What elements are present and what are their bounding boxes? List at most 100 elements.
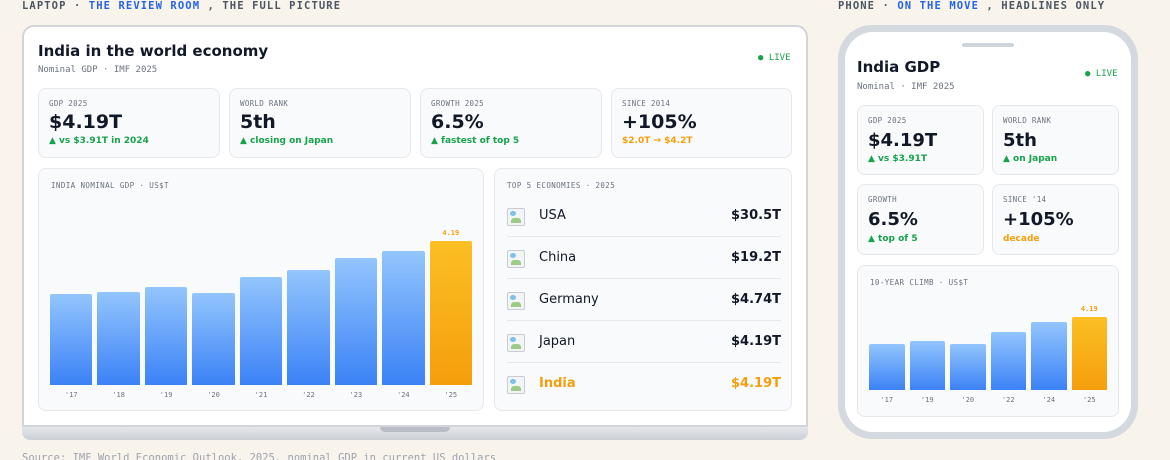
laptop-caption-highlight: THE REVIEW ROOM — [88, 0, 201, 12]
laptop-kpi-gdp: GDP 2025 $4.19T ▲ vs $3.91T in 2024 — [38, 88, 220, 158]
flag-icon — [507, 334, 525, 352]
laptop-subtitle: Nominal GDP · IMF 2025 — [38, 65, 158, 75]
kpi-label: WORLD RANK — [1003, 116, 1052, 125]
chart-bar — [869, 343, 905, 390]
kpi-label: SINCE '14 — [1003, 195, 1047, 204]
chart-label: 10-YEAR CLIMB · US$T — [870, 278, 969, 287]
economy-name: China — [539, 250, 577, 265]
phone-speaker — [962, 43, 1014, 47]
phone-caption-prefix: PHONE · — [838, 0, 898, 12]
kpi-value: 6.5% — [868, 209, 918, 230]
list-item[interactable]: Germany $4.74T — [507, 279, 781, 321]
phone-caption: PHONE · ON THE MOVE , HEADLINES ONLY — [838, 0, 1105, 12]
list-item[interactable]: Japan $4.19T — [507, 321, 781, 363]
laptop-live-badge: ● LIVE — [758, 53, 791, 63]
economy-name: Germany — [539, 292, 599, 307]
kpi-label: GROWTH — [868, 195, 897, 204]
phone-caption-highlight: ON THE MOVE — [897, 0, 980, 12]
kpi-note: ▲ vs $3.91T — [868, 154, 928, 164]
x-tick-label: '19 — [920, 396, 934, 404]
chart-bar — [429, 241, 472, 385]
economy-value: $4.74T — [731, 292, 781, 307]
kpi-note: ▲ top of 5 — [868, 234, 918, 244]
phone-caption-suffix: , HEADLINES ONLY — [979, 0, 1106, 12]
chart-bar — [144, 287, 188, 385]
kpi-value: $4.19T — [868, 130, 938, 151]
kpi-label: SINCE 2014 — [622, 99, 671, 108]
economy-value: $4.19T — [731, 376, 781, 391]
x-tick-label: '18 — [112, 391, 125, 399]
x-tick-label: '19 — [159, 391, 173, 399]
list-item-india[interactable]: India $4.19T — [507, 363, 781, 405]
x-tick-label: '25 — [444, 391, 458, 399]
flag-icon — [507, 292, 525, 310]
x-tick-label: '17 — [880, 396, 894, 404]
kpi-note: decade — [1003, 234, 1040, 244]
chart-bar — [334, 257, 378, 385]
x-tick-label: '17 — [64, 391, 78, 399]
laptop-caption-prefix: LAPTOP · — [22, 0, 89, 12]
laptop-notch — [380, 427, 450, 432]
laptop-kpi-since: SINCE 2014 +105% $2.0T → $4.2T — [611, 88, 792, 158]
chart-bar — [1071, 317, 1107, 390]
x-tick-label: '25 — [1082, 396, 1096, 404]
phone-kpi-gdp: GDP 2025 $4.19T ▲ vs $3.91T — [857, 105, 984, 175]
chart-bar — [239, 276, 283, 385]
economy-value: $4.19T — [731, 334, 781, 349]
phone-live-badge: ● LIVE — [1085, 69, 1118, 79]
top-economies-panel: TOP 5 ECONOMIES · 2025 USA $30.5T China … — [494, 168, 792, 411]
kpi-value: $4.19T — [49, 111, 123, 133]
chart-bar — [950, 343, 986, 390]
economy-name: USA — [539, 208, 566, 223]
kpi-label: GDP 2025 — [868, 116, 907, 125]
flag-icon — [507, 376, 525, 394]
chart-bar — [382, 250, 425, 385]
laptop-kpi-rank: WORLD RANK 5th ▲ closing on Japan — [229, 88, 411, 158]
chart-bar — [50, 293, 93, 385]
laptop-caption-suffix: , THE FULL PICTURE — [200, 0, 342, 12]
laptop-gdp-chart: INDIA NOMINAL GDP · US$T '17 '18 '19 '20 '21… — [38, 168, 484, 411]
kpi-value: 5th — [240, 111, 276, 133]
kpi-value: 6.5% — [431, 111, 484, 133]
laptop-title: India in the world economy — [38, 42, 269, 60]
x-tick-label: '20 — [961, 396, 975, 404]
phone-subtitle: Nominal · IMF 2025 — [857, 82, 955, 92]
kpi-note: ▲ fastest of top 5 — [431, 136, 520, 146]
chart-bar — [990, 331, 1026, 390]
bar-data-label: 4.19 — [442, 229, 460, 238]
list-item[interactable]: China $19.2T — [507, 237, 781, 279]
kpi-note: $2.0T → $4.2T — [622, 136, 693, 146]
economy-value: $30.5T — [731, 208, 781, 223]
economies-label: TOP 5 ECONOMIES · 2025 — [507, 181, 616, 190]
chart-bar — [192, 293, 235, 385]
x-tick-label: '22 — [1001, 396, 1015, 404]
kpi-value: +105% — [622, 111, 697, 133]
bar-data-label: 4.19 — [1080, 305, 1098, 314]
economy-name: India — [539, 376, 576, 391]
kpi-value: 5th — [1003, 130, 1037, 151]
chart-bar — [97, 292, 140, 385]
source-footnote: Source: IMF World Economic Outlook, 2025… — [22, 452, 497, 460]
chart-bar — [287, 269, 330, 385]
phone-title: India GDP — [857, 58, 941, 76]
x-tick-label: '24 — [397, 391, 410, 399]
kpi-label: GDP 2025 — [49, 99, 88, 108]
kpi-note: ▲ on Japan — [1003, 154, 1058, 164]
kpi-label: GROWTH 2025 — [431, 99, 484, 108]
economy-value: $19.2T — [731, 250, 781, 265]
kpi-note: ▲ vs $3.91T in 2024 — [49, 136, 149, 146]
x-tick-label: '24 — [1042, 396, 1056, 404]
laptop-caption: LAPTOP · THE REVIEW ROOM , THE FULL PICT… — [22, 0, 341, 12]
list-item[interactable]: USA $30.5T — [507, 195, 781, 237]
phone-kpi-rank: WORLD RANK 5th ▲ on Japan — [992, 105, 1119, 175]
phone-kpi-growth: GROWTH 6.5% ▲ top of 5 — [857, 184, 984, 255]
x-tick-label: '23 — [349, 391, 363, 399]
flag-icon — [507, 250, 525, 268]
kpi-value: +105% — [1003, 209, 1074, 230]
kpi-note: ▲ closing on Japan — [240, 136, 334, 146]
kpi-label: WORLD RANK — [240, 99, 289, 108]
phone-kpi-since: SINCE '14 +105% decade — [992, 184, 1119, 255]
chart-bar — [909, 340, 945, 390]
economy-name: Japan — [539, 334, 576, 349]
chart-bar — [1031, 322, 1067, 390]
